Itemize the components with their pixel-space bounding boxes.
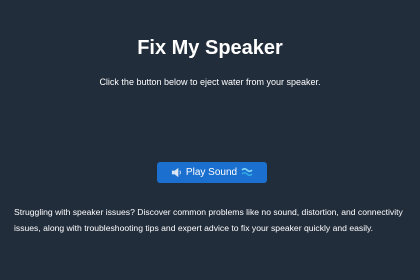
water-wave-icon (241, 167, 253, 178)
page-description: Struggling with speaker issues? Discover… (14, 207, 403, 233)
play-sound-label: Play Sound (185, 167, 238, 178)
play-sound-button[interactable]: Play Sound (157, 162, 267, 183)
page: Fix My Speaker Click the button below to… (0, 0, 420, 280)
speaker-icon (171, 167, 182, 178)
page-title: Fix My Speaker (137, 37, 283, 59)
page-subtitle: Click the button below to eject water fr… (99, 77, 321, 87)
